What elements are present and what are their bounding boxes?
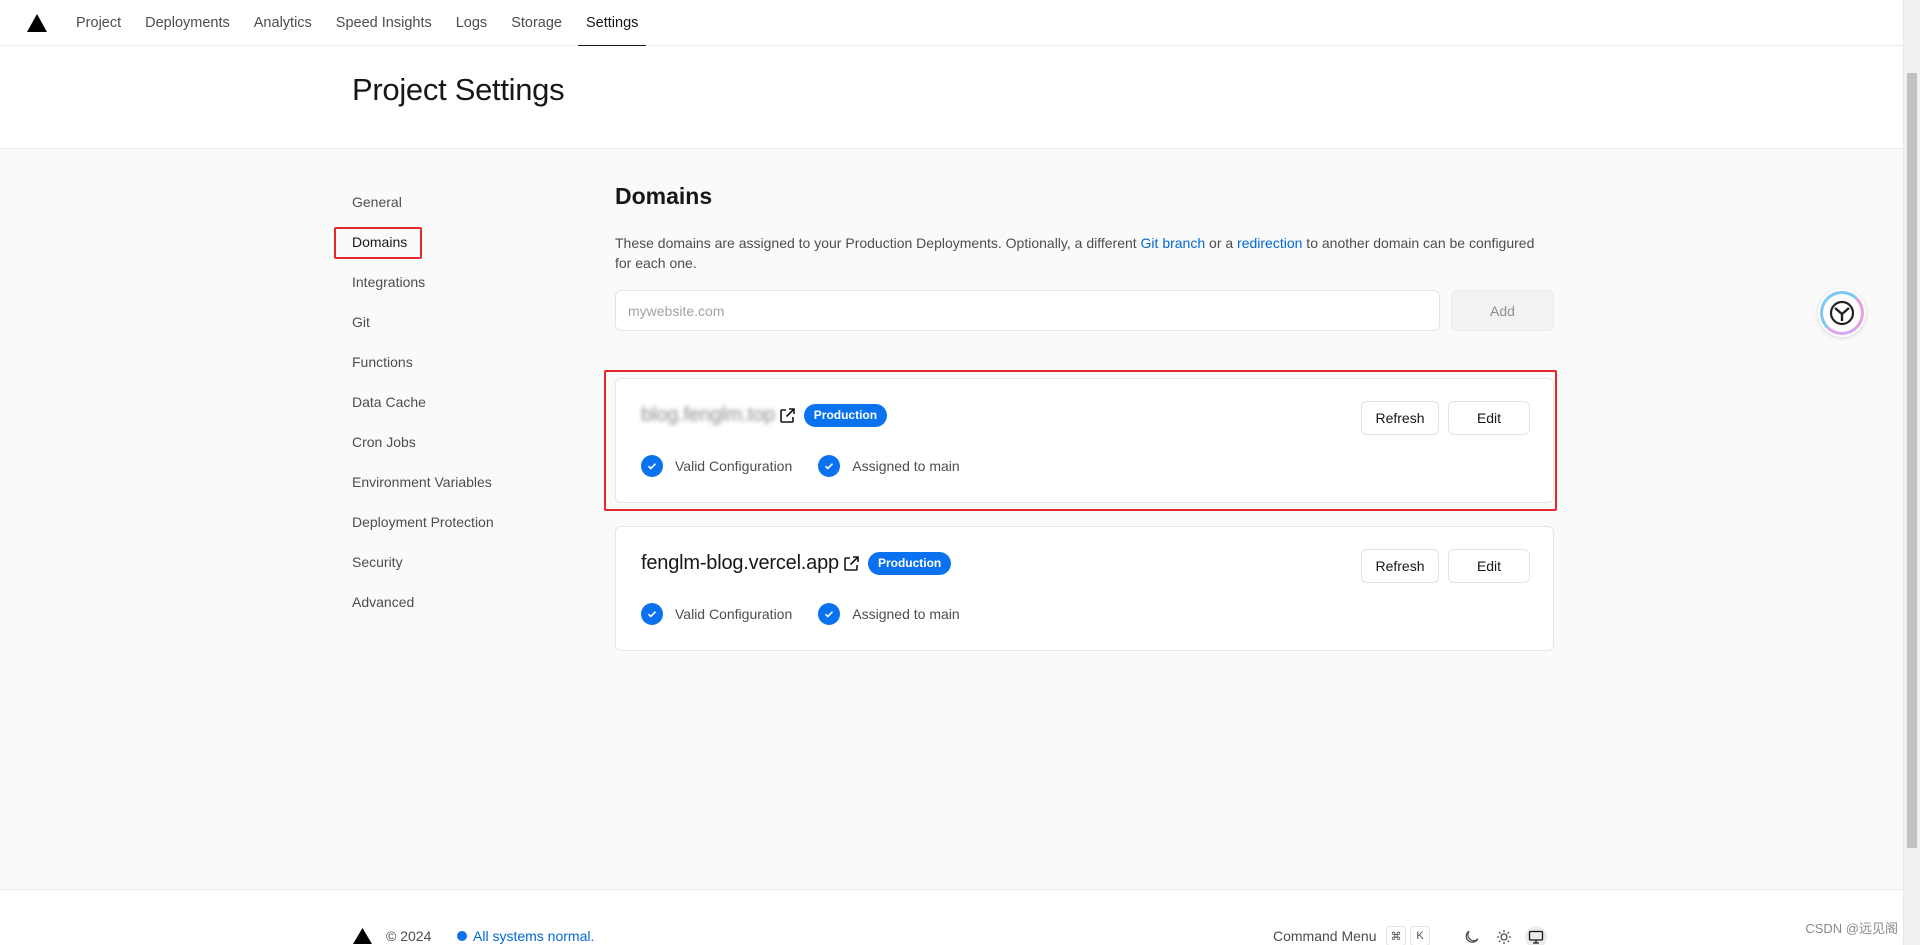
sidebar-item-integrations[interactable]: Integrations xyxy=(352,268,532,308)
command-key-icon: ⌘ xyxy=(1386,926,1406,945)
command-menu-label[interactable]: Command Menu xyxy=(1273,928,1377,944)
page-footer: © 2024 All systems normal. Command Menu … xyxy=(0,889,1903,945)
sidebar-item-cron-jobs[interactable]: Cron Jobs xyxy=(352,428,532,468)
page-title: Project Settings xyxy=(352,72,565,107)
settings-sidebar: General Domains Integrations Git Functio… xyxy=(352,188,532,628)
status-text: Valid Configuration xyxy=(675,606,793,622)
check-circle-icon xyxy=(818,455,841,477)
domain-name[interactable]: fenglm-blog.vercel.app xyxy=(641,552,839,575)
status-text: Valid Configuration xyxy=(675,458,793,474)
k-key-label: K xyxy=(1410,926,1430,945)
page-header: Project Settings xyxy=(0,46,1903,149)
edit-button[interactable]: Edit xyxy=(1448,549,1530,583)
system-status-text: All systems normal. xyxy=(473,928,595,944)
domains-section: Domains These domains are assigned to yo… xyxy=(615,183,1554,331)
redirection-link[interactable]: redirection xyxy=(1237,235,1302,251)
system-status-link[interactable]: All systems normal. xyxy=(457,928,594,944)
sidebar-item-domains[interactable]: Domains xyxy=(352,228,532,268)
status-text: Assigned to main xyxy=(852,458,960,474)
status-text: Assigned to main xyxy=(852,606,960,622)
production-badge: Production xyxy=(867,552,952,575)
sun-icon[interactable] xyxy=(1493,926,1515,945)
top-navigation: Project Deployments Analytics Speed Insi… xyxy=(0,0,1903,47)
desc-text-start: These domains are assigned to your Produ… xyxy=(615,235,1141,251)
sidebar-item-advanced[interactable]: Advanced xyxy=(352,588,532,628)
add-domain-row: Add xyxy=(615,290,1554,331)
moon-icon[interactable] xyxy=(1461,926,1483,945)
status-dot-icon xyxy=(457,931,467,941)
tab-storage[interactable]: Storage xyxy=(499,0,574,46)
domain-card-header: fenglm-blog.vercel.app Production xyxy=(641,552,952,575)
vercel-logo-icon[interactable] xyxy=(26,13,48,33)
domain-input[interactable] xyxy=(615,290,1440,331)
sidebar-item-security[interactable]: Security xyxy=(352,548,532,588)
vercel-logo-icon[interactable] xyxy=(353,928,372,944)
scrollbar-thumb[interactable] xyxy=(1907,73,1917,848)
domains-description: These domains are assigned to your Produ… xyxy=(615,233,1535,273)
valid-configuration-status: Valid Configuration xyxy=(641,603,792,625)
refresh-button[interactable]: Refresh xyxy=(1361,401,1439,435)
domain-name[interactable]: blog.fenglm.top xyxy=(641,404,775,427)
sidebar-item-environment-variables[interactable]: Environment Variables xyxy=(352,468,532,508)
external-link-icon[interactable] xyxy=(842,555,860,573)
csdn-watermark: CSDN @远见阁 xyxy=(1805,921,1898,936)
domain-card-actions: Refresh Edit xyxy=(1361,401,1530,435)
check-circle-icon xyxy=(641,455,663,477)
section-title: Domains xyxy=(615,183,713,209)
tab-analytics[interactable]: Analytics xyxy=(242,0,324,46)
valid-configuration-status: Valid Configuration xyxy=(641,455,792,477)
refresh-button[interactable]: Refresh xyxy=(1361,549,1439,583)
assistant-floating-button[interactable] xyxy=(1818,289,1866,337)
assistant-icon xyxy=(1820,291,1864,335)
edit-button[interactable]: Edit xyxy=(1448,401,1530,435)
domain-status-row: Valid Configuration Assigned to main xyxy=(641,603,986,625)
domain-card-actions: Refresh Edit xyxy=(1361,549,1530,583)
tab-speed-insights[interactable]: Speed Insights xyxy=(324,0,444,46)
domain-card-header: blog.fenglm.top Production xyxy=(641,404,888,427)
check-circle-icon xyxy=(641,603,663,625)
assigned-branch-status: Assigned to main xyxy=(818,455,960,477)
domain-card: fenglm-blog.vercel.app Production Valid … xyxy=(615,526,1554,651)
domain-status-row: Valid Configuration Assigned to main xyxy=(641,455,986,477)
tab-logs[interactable]: Logs xyxy=(444,0,499,46)
monitor-icon[interactable] xyxy=(1525,926,1547,945)
page-scrollbar[interactable] xyxy=(1903,0,1920,945)
external-link-icon[interactable] xyxy=(778,407,796,425)
sidebar-item-data-cache[interactable]: Data Cache xyxy=(352,388,532,428)
domain-card: blog.fenglm.top Production Valid Configu… xyxy=(615,378,1554,503)
add-domain-button[interactable]: Add xyxy=(1451,290,1554,331)
sidebar-item-general[interactable]: General xyxy=(352,188,532,228)
tab-settings[interactable]: Settings xyxy=(574,0,650,47)
check-circle-icon xyxy=(818,603,841,625)
assigned-branch-status: Assigned to main xyxy=(818,603,960,625)
sidebar-item-functions[interactable]: Functions xyxy=(352,348,532,388)
copyright-text: © 2024 xyxy=(386,928,432,944)
git-branch-link[interactable]: Git branch xyxy=(1141,235,1206,251)
tab-project[interactable]: Project xyxy=(64,0,133,46)
tab-deployments[interactable]: Deployments xyxy=(133,0,242,46)
production-badge: Production xyxy=(803,404,888,427)
desc-text-middle: or a xyxy=(1205,235,1238,251)
sidebar-item-deployment-protection[interactable]: Deployment Protection xyxy=(352,508,532,548)
sidebar-item-git[interactable]: Git xyxy=(352,308,532,348)
